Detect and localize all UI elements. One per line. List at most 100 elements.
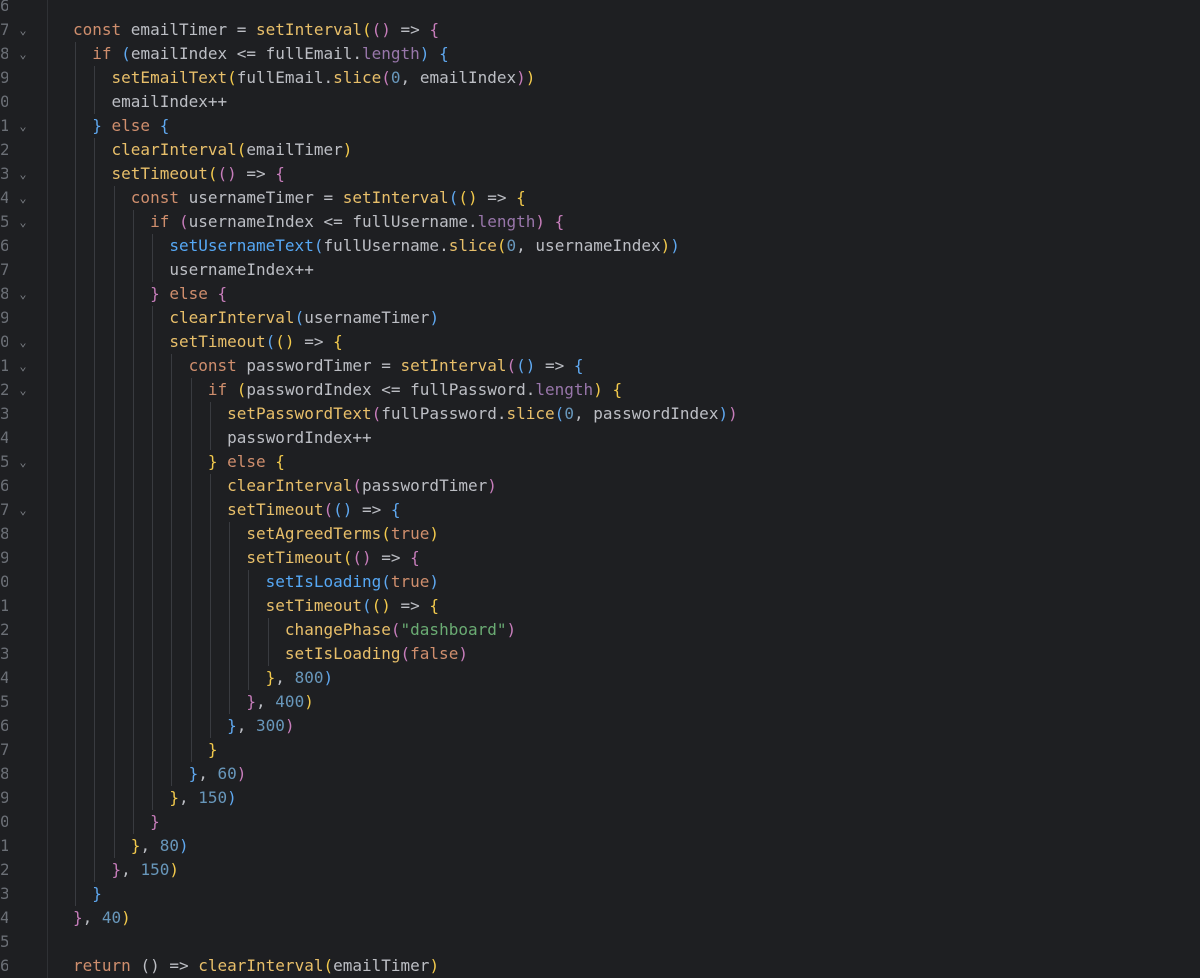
- code-line[interactable]: 2 changePhase("dashboard"): [0, 618, 1200, 642]
- code-text[interactable]: usernameIndex++: [73, 258, 314, 282]
- chevron-down-icon[interactable]: ⌄: [18, 186, 28, 210]
- code-line[interactable]: 8 ⌄ } else {: [0, 282, 1200, 306]
- code-line[interactable]: 6 setUsernameText(fullUsername.slice(0, …: [0, 234, 1200, 258]
- chevron-down-icon[interactable]: ⌄: [18, 498, 28, 522]
- code-line[interactable]: 6 return () => clearInterval(emailTimer): [0, 954, 1200, 978]
- code-line[interactable]: 2 clearInterval(emailTimer): [0, 138, 1200, 162]
- code-line[interactable]: 6 }, 300): [0, 714, 1200, 738]
- code-text[interactable]: setUsernameText(fullUsername.slice(0, us…: [73, 234, 680, 258]
- code-text[interactable]: const emailTimer = setInterval(() => {: [73, 18, 439, 42]
- code-text[interactable]: }, 400): [73, 690, 313, 714]
- code-line[interactable]: 3 setPasswordText(fullPassword.slice(0, …: [0, 402, 1200, 426]
- chevron-down-icon[interactable]: ⌄: [18, 42, 28, 66]
- code-editor[interactable]: 6 7 ⌄ const emailTimer = setInterval(() => …: [0, 0, 1200, 978]
- code-line[interactable]: 0 setIsLoading(true): [0, 570, 1200, 594]
- code-line[interactable]: 8 ⌄ if (emailIndex <= fullEmail.length) {: [0, 42, 1200, 66]
- code-line[interactable]: 2 ⌄ if (passwordIndex <= fullPassword.len…: [0, 378, 1200, 402]
- code-line[interactable]: 1 ⌄ } else {: [0, 114, 1200, 138]
- code-text[interactable]: setTimeout(() => {: [73, 498, 400, 522]
- code-text[interactable]: setTimeout(() => {: [73, 162, 285, 186]
- code-line[interactable]: 4 passwordIndex++: [0, 426, 1200, 450]
- code-text[interactable]: setEmailText(fullEmail.slice(0, emailInd…: [73, 66, 536, 90]
- code-token: {: [159, 116, 170, 135]
- code-text[interactable]: }, 150): [73, 786, 236, 810]
- code-line[interactable]: 3 setIsLoading(false): [0, 642, 1200, 666]
- code-text[interactable]: passwordIndex++: [73, 426, 372, 450]
- code-text[interactable]: clearInterval(usernameTimer): [73, 306, 439, 330]
- code-token: ,: [121, 860, 141, 879]
- chevron-down-icon[interactable]: ⌄: [18, 378, 28, 402]
- code-text[interactable]: }, 40): [73, 906, 131, 930]
- code-text[interactable]: setIsLoading(false): [73, 642, 468, 666]
- code-text[interactable]: const passwordTimer = setInterval(() => …: [73, 354, 584, 378]
- code-line[interactable]: 7 usernameIndex++: [0, 258, 1200, 282]
- code-text[interactable]: }: [73, 882, 102, 906]
- code-line[interactable]: 4}, 40): [0, 906, 1200, 930]
- code-text[interactable]: setTimeout(() => {: [73, 546, 419, 570]
- chevron-down-icon[interactable]: ⌄: [18, 114, 28, 138]
- code-text[interactable]: } else {: [73, 114, 169, 138]
- code-text[interactable]: if (passwordIndex <= fullPassword.length…: [73, 378, 622, 402]
- code-text[interactable]: changePhase("dashboard"): [73, 618, 516, 642]
- code-line[interactable]: 9 setTimeout(() => {: [0, 546, 1200, 570]
- code-line[interactable]: 7 ⌄ const emailTimer = setInterval(() => {: [0, 18, 1200, 42]
- code-line[interactable]: 9 setEmailText(fullEmail.slice(0, emailI…: [0, 66, 1200, 90]
- chevron-down-icon[interactable]: ⌄: [18, 210, 28, 234]
- code-line[interactable]: 3 }: [0, 882, 1200, 906]
- code-text[interactable]: emailIndex++: [73, 90, 228, 114]
- chevron-down-icon[interactable]: ⌄: [18, 450, 28, 474]
- code-line[interactable]: 4 }, 800): [0, 666, 1200, 690]
- code-line[interactable]: 5 ⌄ if (usernameIndex <= fullUsername.len…: [0, 210, 1200, 234]
- code-text[interactable]: const usernameTimer = setInterval(() => …: [73, 186, 526, 210]
- code-line[interactable]: 2 }, 150): [0, 858, 1200, 882]
- code-text[interactable]: }: [73, 810, 160, 834]
- code-text[interactable]: if (usernameIndex <= fullUsername.length…: [73, 210, 564, 234]
- code-line[interactable]: 7 ⌄ setTimeout(() => {: [0, 498, 1200, 522]
- code-line[interactable]: 8 }, 60): [0, 762, 1200, 786]
- code-text[interactable]: setTimeout(() => {: [73, 330, 342, 354]
- code-text[interactable]: setTimeout(() => {: [73, 594, 439, 618]
- chevron-down-icon[interactable]: ⌄: [18, 162, 28, 186]
- chevron-down-icon[interactable]: ⌄: [18, 354, 28, 378]
- code-text[interactable]: clearInterval(emailTimer): [73, 138, 353, 162]
- code-token: (): [458, 188, 478, 207]
- code-line[interactable]: 5 }, 400): [0, 690, 1200, 714]
- code-token: (: [381, 572, 391, 591]
- code-line[interactable]: 1 ⌄ const passwordTimer = setInterval(() …: [0, 354, 1200, 378]
- chevron-down-icon[interactable]: ⌄: [18, 330, 28, 354]
- code-text[interactable]: return () => clearInterval(emailTimer): [73, 954, 439, 978]
- code-line[interactable]: 1 }, 80): [0, 834, 1200, 858]
- code-text[interactable]: clearInterval(passwordTimer): [73, 474, 497, 498]
- chevron-down-icon[interactable]: ⌄: [18, 18, 28, 42]
- code-text[interactable]: }, 300): [73, 714, 294, 738]
- code-line[interactable]: 0 emailIndex++: [0, 90, 1200, 114]
- code-line[interactable]: 1 setTimeout(() => {: [0, 594, 1200, 618]
- code-line[interactable]: 7 }: [0, 738, 1200, 762]
- code-line[interactable]: 5 ⌄ } else {: [0, 450, 1200, 474]
- code-text[interactable]: }: [73, 738, 218, 762]
- code-token: if: [150, 212, 179, 231]
- code-text[interactable]: setAgreedTerms(true): [73, 522, 439, 546]
- code-line[interactable]: 4 ⌄ const usernameTimer = setInterval(() …: [0, 186, 1200, 210]
- code-text[interactable]: } else {: [73, 282, 227, 306]
- code-line[interactable]: 9 }, 150): [0, 786, 1200, 810]
- code-text[interactable]: setPasswordText(fullPassword.slice(0, pa…: [73, 402, 738, 426]
- code-text[interactable]: if (emailIndex <= fullEmail.length) {: [73, 42, 448, 66]
- code-line[interactable]: 6: [0, 0, 1200, 18]
- code-text[interactable]: }, 800): [73, 666, 333, 690]
- code-token: ,: [140, 836, 160, 855]
- code-line[interactable]: 6 clearInterval(passwordTimer): [0, 474, 1200, 498]
- line-number: 4: [0, 428, 8, 447]
- code-line[interactable]: 0 }: [0, 810, 1200, 834]
- code-text[interactable]: }, 150): [73, 858, 179, 882]
- code-line[interactable]: 9 clearInterval(usernameTimer): [0, 306, 1200, 330]
- code-line[interactable]: 5: [0, 930, 1200, 954]
- code-text[interactable]: setIsLoading(true): [73, 570, 439, 594]
- code-line[interactable]: 8 setAgreedTerms(true): [0, 522, 1200, 546]
- code-text[interactable]: }, 80): [73, 834, 189, 858]
- code-text[interactable]: }, 60): [73, 762, 247, 786]
- code-line[interactable]: 0 ⌄ setTimeout(() => {: [0, 330, 1200, 354]
- code-line[interactable]: 3 ⌄ setTimeout(() => {: [0, 162, 1200, 186]
- code-text[interactable]: } else {: [73, 450, 285, 474]
- chevron-down-icon[interactable]: ⌄: [18, 282, 28, 306]
